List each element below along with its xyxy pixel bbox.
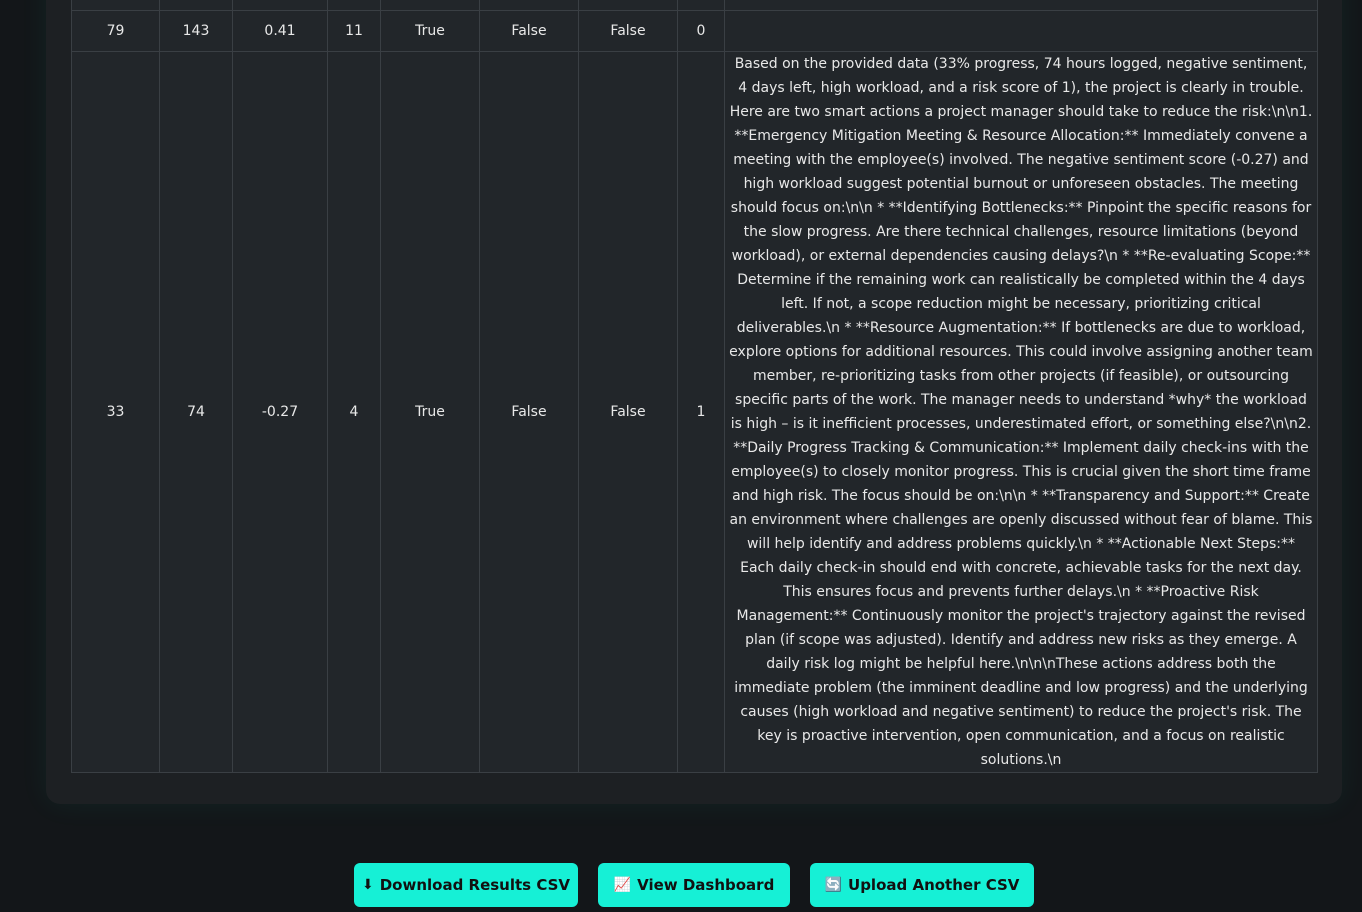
table-cell-recommendation (724, 0, 1318, 11)
table-cell: 0 (677, 10, 725, 52)
download-results-button[interactable]: ⬇ Download Results CSV (354, 863, 578, 907)
table-cell-recommendation: Based on the provided data (33% progress… (724, 51, 1318, 773)
table-row: 79 143 0.41 11 True False False 0 (71, 10, 1318, 52)
table-cell: 1 (677, 51, 725, 773)
upload-another-label: Upload Another CSV (848, 876, 1020, 894)
table-cell: 4 (327, 51, 381, 773)
table-cell (479, 0, 579, 11)
table-cell: 0.41 (232, 10, 328, 52)
refresh-icon: 🔄 (824, 877, 843, 893)
table-cell: 33 (71, 51, 160, 773)
table-cell (159, 0, 233, 11)
table-cell (578, 0, 678, 11)
results-table: 79 143 0.41 11 True False False 0 33 74 … (71, 0, 1318, 773)
table-cell: False (479, 51, 579, 773)
table-cell (71, 0, 160, 11)
upload-another-button[interactable]: 🔄 Upload Another CSV (810, 863, 1034, 907)
table-cell (327, 0, 381, 11)
table-cell: 143 (159, 10, 233, 52)
download-results-label: Download Results CSV (379, 876, 571, 894)
table-cell (232, 0, 328, 11)
table-cell (380, 0, 480, 11)
table-cell-recommendation (724, 10, 1318, 52)
table-cell: 74 (159, 51, 233, 773)
table-cell: 79 (71, 10, 160, 52)
table-cell (677, 0, 725, 11)
view-dashboard-label: View Dashboard (637, 876, 775, 894)
action-buttons: ⬇ Download Results CSV 📈 View Dashboard … (0, 863, 1362, 907)
table-row (71, 0, 1318, 11)
download-arrow-icon: ⬇ (361, 877, 374, 893)
table-cell: True (380, 51, 480, 773)
table-cell: 11 (327, 10, 381, 52)
table-row: 33 74 -0.27 4 True False False 1 Based o… (71, 51, 1318, 773)
chart-icon: 📈 (613, 877, 632, 893)
table-cell: True (380, 10, 480, 52)
table-cell: False (578, 10, 678, 52)
table-cell: -0.27 (232, 51, 328, 773)
table-cell: False (479, 10, 579, 52)
view-dashboard-button[interactable]: 📈 View Dashboard (598, 863, 790, 907)
table-cell: False (578, 51, 678, 773)
